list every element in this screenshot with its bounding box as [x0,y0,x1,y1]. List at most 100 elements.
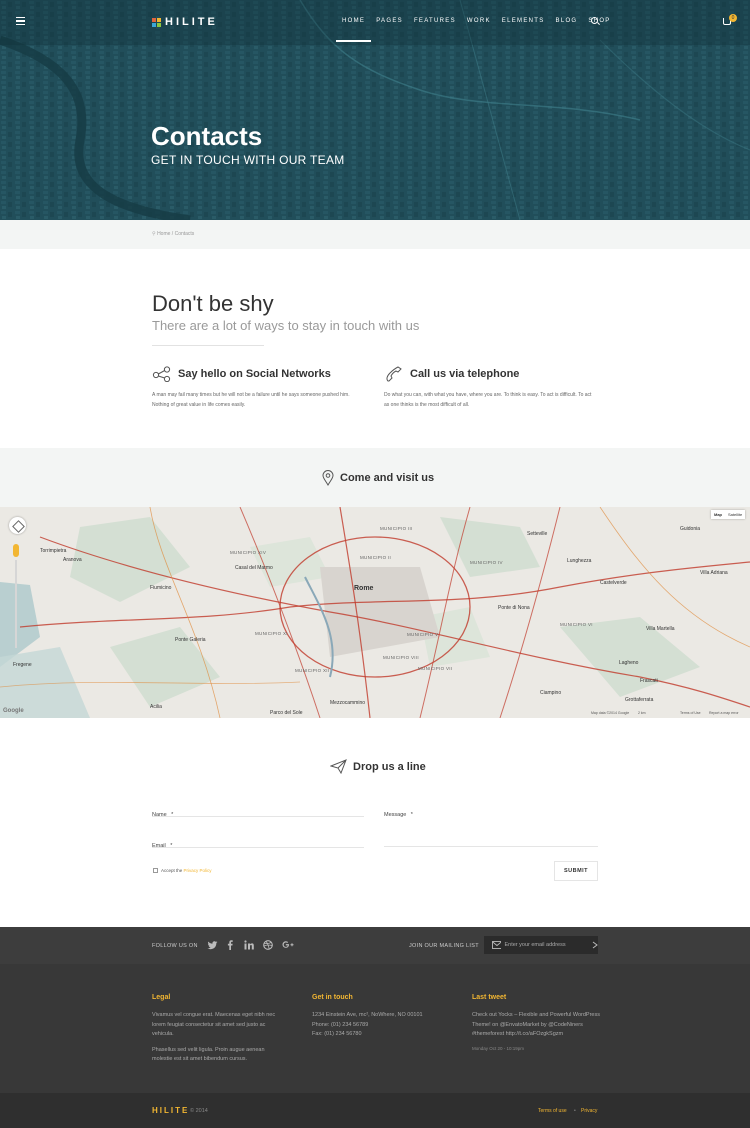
nav-item-work[interactable]: Work [467,18,491,24]
map-type-map-button[interactable]: Map [711,510,725,519]
map-label-place: Guidonia [680,526,701,532]
footer-logo[interactable]: HILITE [152,1106,189,1115]
map-label-place: Frascati [640,678,658,684]
breadcrumb-separator: / [171,231,174,237]
message-label: Message [384,812,407,818]
nav-item-home[interactable]: Home [335,18,372,42]
facebook-icon[interactable] [224,939,236,951]
chevron-right-icon[interactable] [592,941,598,949]
breadcrumb: ⚲ Home / Contacts [152,231,194,237]
map-label-area: MUNICIPIO V [407,632,439,637]
footer-legal-title: Legal [152,994,171,1001]
map-pan-control[interactable] [9,517,26,534]
feature-title: Say hello on Social Networks [178,368,331,380]
divider [152,345,264,346]
nav-item-elements[interactable]: Elements [502,18,545,24]
map-report-link[interactable]: Report a map error [709,711,739,715]
email-field[interactable]: Email * [152,834,364,849]
map-label-place: Mezzocammino [330,700,366,706]
map-scale: 2 km [638,711,646,715]
map-label-city: Rome [354,585,374,592]
name-field[interactable]: Name * [152,803,364,818]
map-label-place: Acilia [150,704,162,710]
hero-banner: HILITE Home Pages Features Work Elements… [0,0,750,220]
feature-phone: Call us via telephone Do what you can, w… [384,366,598,410]
footer-social-bar [0,927,750,964]
footer-contact: Get in touch 1234 Einstein Ave, mc², NoW… [312,994,442,1040]
terms-link[interactable]: Terms of use [538,1108,567,1114]
dribbble-icon[interactable] [262,939,274,951]
required-mark: * [410,812,413,818]
map-label-area: MUNICIPIO VI [560,622,593,627]
map-type-satellite-button[interactable]: Satellite [725,510,745,519]
search-icon[interactable] [591,17,598,24]
footer-phone: Phone: (01) 234 56789 [312,1021,369,1028]
map-label-place: Ponte di Nona [498,605,530,611]
footer-address: 1234 Einstein Ave, mc², NoWhere, NO 0010… [312,1012,423,1018]
map-label-place: Lunghezza [567,558,592,564]
location-map[interactable] [0,507,750,718]
nav-item-blog[interactable]: Blog [556,18,578,24]
map-label-place: Ciampino [540,690,562,696]
map-canvas [0,507,750,718]
privacy-checkbox[interactable] [153,868,158,873]
accept-privacy-label: Accept the Privacy Policy [161,868,212,873]
map-label-area: MUNICIPIO XII [295,668,330,673]
footer-tweet-title: Last tweet [472,994,507,1001]
footer-tweet: Last tweet Check out Yocks – Flexible an… [472,994,602,1051]
map-label-place: Villa Martella [646,626,675,632]
message-field[interactable]: Message * [384,803,598,847]
map-label-place: Lagheno [619,660,639,666]
follow-us-label: FOLLOW US ON [152,943,198,949]
intro-title: Don't be shy [152,291,274,316]
privacy-link[interactable]: Privacy [581,1108,597,1114]
nav-item-pages[interactable]: Pages [376,18,403,24]
footer-bottom-bar [0,1093,750,1128]
map-label-area: MUNICIPIO VII [418,666,453,671]
required-mark: * [170,843,173,849]
nav-item-features[interactable]: Features [414,18,456,24]
map-label-area: MUNICIPIO VIII [383,655,419,660]
breadcrumb-current: Contacts [174,231,195,237]
breadcrumb-home[interactable]: Home [157,231,170,237]
page-subtitle: GET IN TOUCH WITH OUR TEAM [151,153,345,167]
map-terms-link[interactable]: Terms of Use [680,711,701,715]
street-view-pegman-icon[interactable] [13,544,19,557]
privacy-policy-link[interactable]: Privacy Policy [184,868,212,873]
map-label-place: Fregene [13,662,32,668]
footer-legal-text: Phasellus sed velit ligula. Proin augue … [152,1046,265,1063]
footer-legal: Legal Vivamus vel congue erat. Maecenas … [152,994,282,1065]
mailing-list-label: JOIN OUR MAILING LIST [409,943,479,949]
required-mark: * [171,812,174,818]
copyright-year: © 2014 [190,1108,208,1114]
map-label-place: Grottaferrata [625,697,654,703]
map-label-area: MUNICIPIO XIV [230,550,267,555]
newsletter-email-input[interactable] [504,942,579,948]
map-label-area: MUNICIPIO II [360,555,392,560]
map-label-area: MUNICIPIO XI [255,631,288,636]
feature-social: Say hello on Social Networks A man may f… [152,366,366,410]
contact-form-title: Drop us a line [353,760,426,773]
location-pin-icon: ⚲ [152,231,156,237]
tweet-date: Monday Oct 20 - 10:19pm [472,1045,525,1051]
feature-text: Do what you can, with what you have, whe… [384,392,592,408]
paper-plane-icon [330,759,347,774]
submit-button[interactable]: SUBMIT [554,861,598,881]
map-label-place: Ponte Galeria [175,637,206,643]
map-label-place: Parco del Sole [270,710,303,716]
google-plus-icon[interactable] [282,939,294,951]
visit-section: Come and visit us [0,448,750,507]
visit-title: Come and visit us [340,472,435,484]
linkedin-icon[interactable] [243,939,255,951]
logo-text: HILITE [165,16,218,28]
map-zoom-slider[interactable] [15,560,17,648]
twitter-icon[interactable] [206,939,218,951]
feature-text: A man may fail many times but he will no… [152,392,350,408]
google-logo: Google [3,708,24,714]
tweet-text[interactable]: Check out Yocks – Flexible and Powerful … [472,1011,602,1040]
site-logo[interactable]: HILITE [152,16,218,28]
email-label: Email [152,843,166,849]
hamburger-menu-icon[interactable] [16,17,25,25]
top-navigation: HILITE Home Pages Features Work Elements… [0,0,750,44]
map-label-place: Setteville [527,531,548,537]
